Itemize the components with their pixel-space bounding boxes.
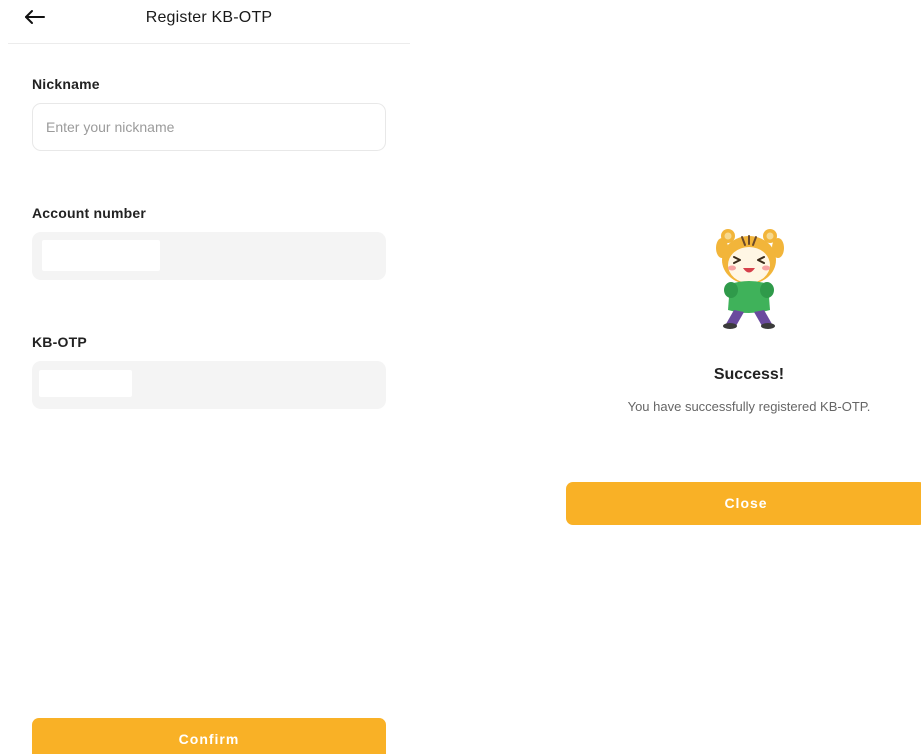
success-title: Success! (713, 366, 785, 383)
page: Register KB-OTP Nickname Account number … (0, 0, 921, 754)
account-number-label: Account number (32, 205, 147, 221)
header: Register KB-OTP (8, 0, 410, 44)
success-message: You have successfully registered KB-OTP. (627, 399, 871, 414)
page-title: Register KB-OTP (145, 9, 273, 26)
cheering-tiger-mascot-icon (712, 226, 788, 330)
success-screen: Success! You have successfully registere… (566, 0, 921, 754)
register-screen: Register KB-OTP Nickname Account number … (0, 0, 420, 754)
confirm-button[interactable]: Confirm (32, 718, 386, 754)
nickname-label: Nickname (32, 76, 100, 92)
account-number-redaction (42, 240, 160, 271)
nickname-input[interactable] (33, 104, 385, 150)
kb-otp-field (32, 361, 386, 409)
kb-otp-label: KB-OTP (32, 334, 87, 350)
kb-otp-redaction (39, 370, 132, 397)
close-button[interactable]: Close (566, 482, 921, 525)
account-number-field (32, 232, 386, 280)
nickname-field[interactable] (32, 103, 386, 151)
